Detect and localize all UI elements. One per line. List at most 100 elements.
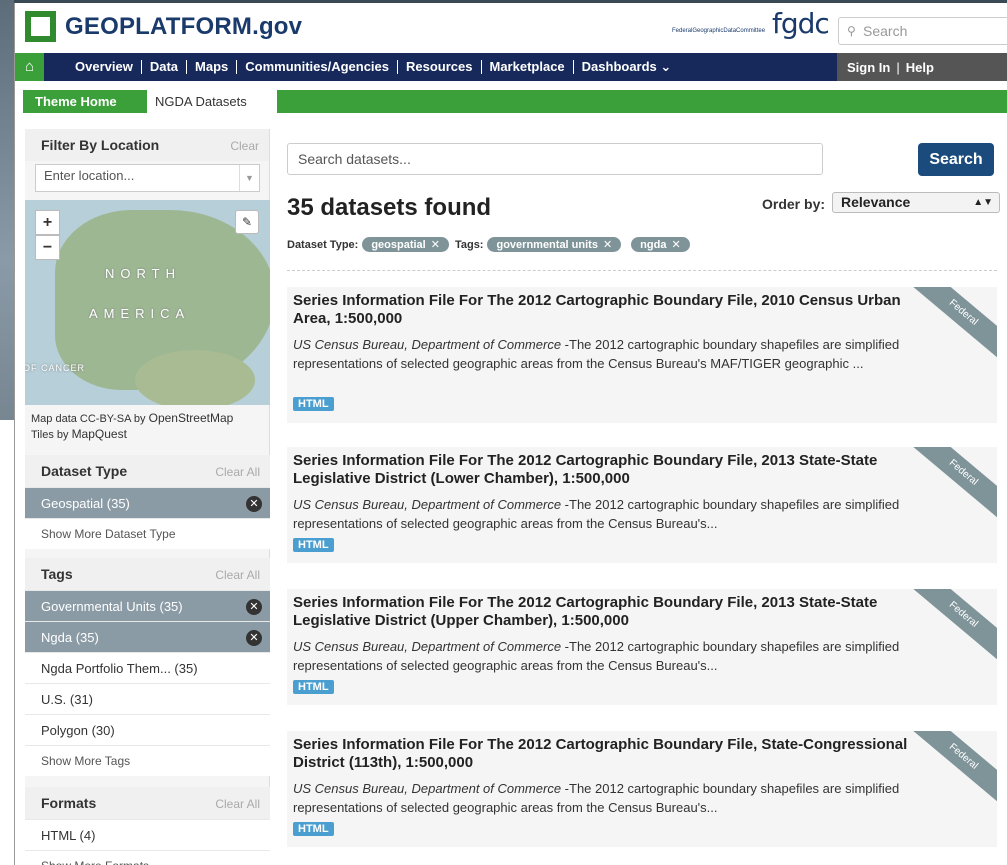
result-item: Series Information File For The 2012 Car… [287,287,997,423]
formats-clear[interactable]: Clear All [215,797,260,811]
format-badge-html[interactable]: HTML [293,397,334,411]
nav-data[interactable]: Data [142,60,188,74]
formats-section: Formats Clear All HTML (4) Show More For… [25,787,270,865]
nav-resources[interactable]: Resources [398,60,482,74]
mapquest-link[interactable]: MapQuest [72,427,127,441]
map-label-north: NORTH [105,266,181,281]
result-title[interactable]: Series Information File For The 2012 Car… [293,452,908,488]
result-description: US Census Bureau, Department of Commerce… [293,495,923,533]
result-publisher[interactable]: US Census Bureau, Department of Commerce [293,497,561,512]
zoom-in-icon[interactable]: + [35,210,60,235]
close-icon[interactable]: ✕ [603,239,612,251]
facet-label: Ngda (35) [41,630,99,645]
facet-label: Governmental Units (35) [41,599,183,614]
result-publisher[interactable]: US Census Bureau, Department of Commerce [293,337,561,352]
facet-html[interactable]: HTML (4) [25,819,270,850]
nav-communities[interactable]: Communities/Agencies [237,60,399,74]
formats-header: Formats Clear All [25,787,270,819]
filter-pill-geospatial[interactable]: geospatial ✕ [362,237,449,252]
site-logo-text[interactable]: GEOPLATFORM.gov [65,13,302,41]
dataset-type-section: Dataset Type Clear All Geospatial (35) ✕… [25,455,270,549]
remove-filter-icon[interactable]: ✕ [246,630,262,646]
openstreetmap-link[interactable]: OpenStreetMap [149,411,234,425]
fgdc-full-name: FederalGeographicDataCommittee [672,28,766,34]
site-header: GEOPLATFORM.gov FederalGeographicDataCom… [15,3,1007,50]
site-search-input[interactable]: ⚲ Search [838,17,1007,45]
format-badge-html[interactable]: HTML [293,538,334,552]
tags-header: Tags Clear All [25,558,270,590]
filter-pill-governmental-units[interactable]: governmental units ✕ [487,237,622,252]
result-title[interactable]: Series Information File For The 2012 Car… [293,292,908,328]
dataset-type-clear[interactable]: Clear All [215,465,260,479]
facet-ngda-portfolio[interactable]: Ngda Portfolio Them... (35) [25,652,270,683]
facet-us[interactable]: U.S. (31) [25,683,270,714]
account-nav: Sign In | Help [837,53,1007,81]
pill-label: geospatial [371,239,426,251]
filter-sidebar: Filter By Location Clear Enter location.… [25,129,270,865]
dataset-search-input[interactable]: Search datasets... [287,143,823,175]
facet-polygon[interactable]: Polygon (30) [25,714,270,745]
pill-label: governmental units [496,239,598,251]
browser-page: GEOPLATFORM.gov FederalGeographicDataCom… [14,3,1007,865]
dataset-type-title: Dataset Type [41,463,128,479]
location-clear-link[interactable]: Clear [230,139,259,153]
location-filter-title: Filter By Location [41,137,160,153]
remove-filter-icon[interactable]: ✕ [246,599,262,615]
search-button[interactable]: Search [918,143,994,176]
site-search-placeholder: Search [863,23,908,39]
pencil-icon[interactable]: ✎ [235,210,259,234]
home-icon[interactable]: ⌂ [15,53,44,81]
show-more-dataset-type[interactable]: Show More Dataset Type [25,518,270,549]
sign-in-link[interactable]: Sign In [847,60,890,75]
result-description: US Census Bureau, Department of Commerce… [293,637,923,675]
close-icon[interactable]: ✕ [431,239,440,251]
show-more-tags[interactable]: Show More Tags [25,745,270,776]
nav-overview[interactable]: Overview [67,60,142,74]
location-input[interactable]: Enter location... ▼ [35,164,260,192]
dropdown-caret-icon[interactable]: ▼ [239,165,259,191]
fgdc-logo[interactable]: fgdc [772,7,830,40]
background-desktop-lower [0,420,14,865]
results-count: 35 datasets found [287,194,492,221]
facet-ngda[interactable]: Ngda (35) ✕ [25,621,270,652]
nav-dashboards[interactable]: Dashboards ⌄ [574,60,680,74]
order-by-select[interactable]: Relevance ▲▼ [832,192,1000,213]
geoplatform-logo-icon[interactable] [25,11,56,42]
close-icon[interactable]: ✕ [671,239,680,251]
facet-geospatial[interactable]: Geospatial (35) ✕ [25,487,270,518]
tags-clear[interactable]: Clear All [215,568,260,582]
map-land-south [135,350,255,405]
help-link[interactable]: Help [906,60,934,75]
map-attr-prefix: Map data CC-BY-SA by [31,413,146,425]
location-input-placeholder: Enter location... [44,168,135,183]
result-title[interactable]: Series Information File For The 2012 Car… [293,736,908,772]
order-by-value: Relevance [841,194,911,210]
zoom-out-icon[interactable]: − [35,235,60,260]
facet-label: Geospatial (35) [41,496,130,511]
nav-maps[interactable]: Maps [187,60,238,74]
result-description: US Census Bureau, Department of Commerce… [293,335,923,373]
result-item: Series Information File For The 2012 Car… [287,589,997,705]
map-attribution: Map data CC-BY-SA by OpenStreetMap Tiles… [31,411,233,443]
chevron-down-icon: ⌄ [660,59,672,74]
show-more-formats[interactable]: Show More Formats [25,850,270,865]
tab-ngda-datasets[interactable]: NGDA Datasets [147,90,277,113]
nav-marketplace[interactable]: Marketplace [482,60,574,74]
remove-filter-icon[interactable]: ✕ [246,496,262,512]
nav-items: Overview Data Maps Communities/Agencies … [67,53,679,81]
result-publisher[interactable]: US Census Bureau, Department of Commerce [293,639,561,654]
tags-section: Tags Clear All Governmental Units (35) ✕… [25,558,270,776]
tab-theme-home[interactable]: Theme Home [23,90,129,113]
filter-pill-ngda[interactable]: ngda ✕ [631,237,690,252]
formats-title: Formats [41,795,97,811]
nav-separator: | [896,59,900,75]
format-badge-html[interactable]: HTML [293,822,334,836]
results-divider [287,270,997,271]
location-filter-header: Filter By Location Clear [25,129,269,161]
format-badge-html[interactable]: HTML [293,680,334,694]
location-map[interactable]: NORTH AMERICA OF CANCER + − ✎ [25,200,270,405]
facet-governmental-units[interactable]: Governmental Units (35) ✕ [25,590,270,621]
result-title[interactable]: Series Information File For The 2012 Car… [293,594,908,630]
main-nav: ⌂ Overview Data Maps Communities/Agencie… [15,53,1007,81]
result-publisher[interactable]: US Census Bureau, Department of Commerce [293,781,561,796]
